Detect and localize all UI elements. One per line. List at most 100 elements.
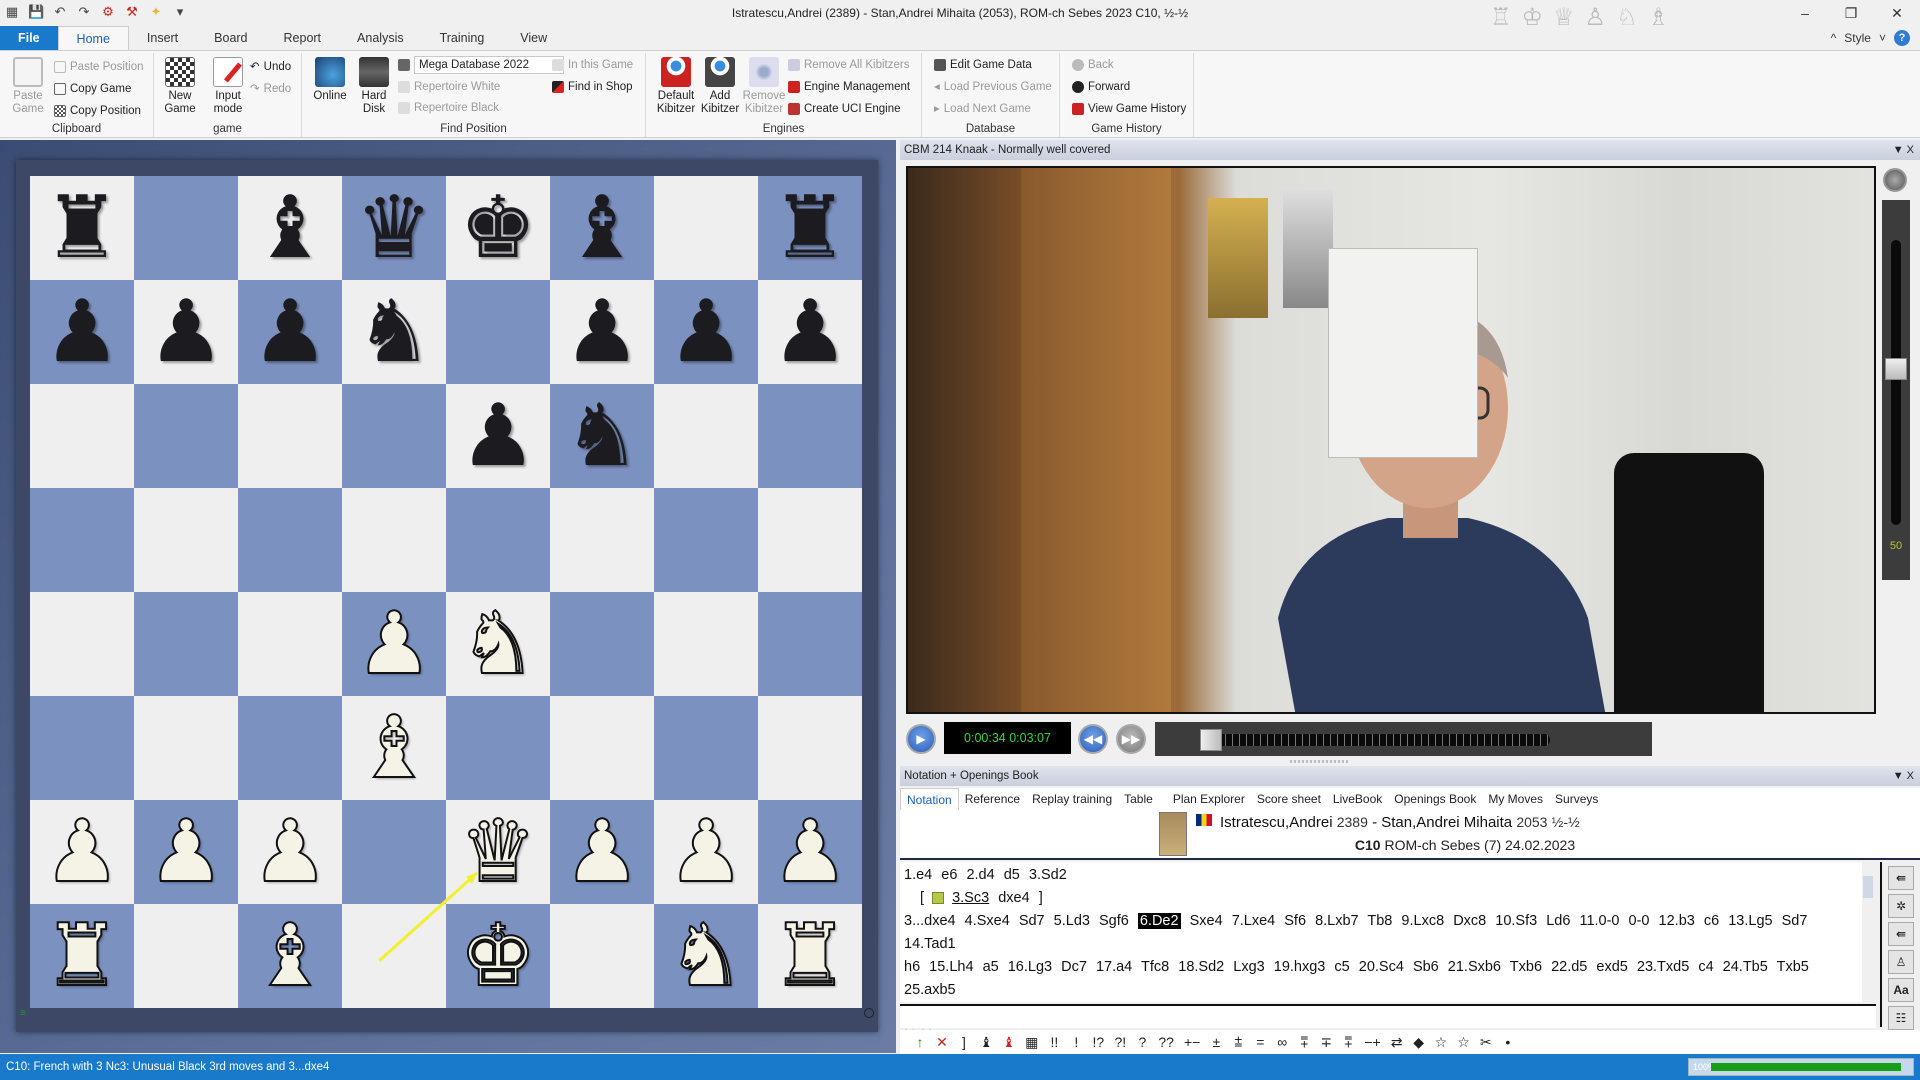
tab-openings-book[interactable]: Openings Book xyxy=(1388,788,1482,810)
square-f6[interactable]: ♞ xyxy=(550,384,654,488)
square-e1[interactable]: ♚ xyxy=(446,904,550,1008)
move[interactable]: 0-0 xyxy=(1629,913,1650,929)
square-c1[interactable]: ♝ xyxy=(238,904,342,1008)
move[interactable]: 4.Sxe4 xyxy=(965,913,1010,929)
square-d1[interactable] xyxy=(342,904,446,1008)
square-g8[interactable] xyxy=(654,176,758,280)
move[interactable]: Dc7 xyxy=(1061,959,1087,975)
repertoire-white-button[interactable]: Repertoire White xyxy=(398,77,500,97)
black-knight-piece[interactable]: ♞ xyxy=(355,289,432,375)
square-a3[interactable] xyxy=(30,696,134,800)
move[interactable]: 23.Txd5 xyxy=(1637,959,1689,975)
variation-icon[interactable] xyxy=(932,892,945,905)
move[interactable]: Txb5 xyxy=(1777,959,1809,975)
move[interactable]: 20.Sc4 xyxy=(1359,959,1404,975)
scissors-icon[interactable]: ✂ xyxy=(1480,1034,1492,1051)
square-a7[interactable]: ♟ xyxy=(30,280,134,384)
tab-surveys[interactable]: Surveys xyxy=(1549,788,1604,810)
move[interactable]: 24.Tb5 xyxy=(1723,959,1768,975)
square-h2[interactable]: ♟ xyxy=(758,800,862,904)
tab-reference[interactable]: Reference xyxy=(959,788,1026,810)
square-c4[interactable] xyxy=(238,592,342,696)
tab-home[interactable]: Home xyxy=(57,26,129,50)
square-f7[interactable]: ♟ xyxy=(550,280,654,384)
move[interactable]: Sxe4 xyxy=(1190,913,1223,929)
white-pawn-piece[interactable]: ♟ xyxy=(354,600,433,688)
tab-view[interactable]: View xyxy=(502,26,565,50)
square-d5[interactable] xyxy=(342,488,446,592)
square-f3[interactable] xyxy=(550,696,654,800)
back-button[interactable]: Back xyxy=(1072,55,1114,75)
square-f8[interactable]: ♝ xyxy=(550,176,654,280)
promote-icon[interactable]: ↑ xyxy=(914,1034,926,1050)
pane-close-icon[interactable]: X xyxy=(1907,770,1914,782)
square-d6[interactable] xyxy=(342,384,446,488)
repertoire-black-button[interactable]: Repertoire Black xyxy=(398,98,499,118)
white-pawn-piece[interactable]: ♟ xyxy=(42,808,121,896)
square-b2[interactable]: ♟ xyxy=(134,800,238,904)
white-rook-piece[interactable]: ♜ xyxy=(42,912,121,1000)
white-bishop-piece[interactable]: ♝ xyxy=(354,704,433,792)
speaker-icon[interactable] xyxy=(1883,168,1907,192)
move[interactable]: 3...dxe4 xyxy=(904,913,956,929)
move[interactable]: Txb6 xyxy=(1510,959,1542,975)
white-pawn-piece[interactable]: ♟ xyxy=(250,808,329,896)
dubious-move[interactable]: ?! xyxy=(1114,1034,1127,1050)
counterplay[interactable]: ⇄ xyxy=(1391,1034,1403,1051)
square-a8[interactable]: ♜ xyxy=(30,176,134,280)
square-a5[interactable] xyxy=(30,488,134,592)
square-c5[interactable] xyxy=(238,488,342,592)
square-g3[interactable] xyxy=(654,696,758,800)
square-c6[interactable] xyxy=(238,384,342,488)
square-h6[interactable] xyxy=(758,384,862,488)
database-select[interactable]: Mega Database 2022▼ xyxy=(414,56,564,74)
eraser-icon[interactable]: ◆ xyxy=(1413,1034,1425,1051)
square-d7[interactable]: ♞ xyxy=(342,280,446,384)
square-h7[interactable]: ♟ xyxy=(758,280,862,384)
move[interactable]: 3.Sd2 xyxy=(1029,867,1067,883)
black-decisive[interactable]: −+ xyxy=(1364,1034,1380,1050)
square-b8[interactable] xyxy=(134,176,238,280)
star-icon[interactable]: ☆ xyxy=(1435,1034,1448,1051)
square-e7[interactable] xyxy=(446,280,550,384)
video-seek-bar[interactable] xyxy=(1155,722,1652,756)
scrollbar-thumb[interactable] xyxy=(1863,876,1873,898)
square-c2[interactable]: ♟ xyxy=(238,800,342,904)
square-e3[interactable] xyxy=(446,696,550,800)
undo-button[interactable]: ↶ Undo xyxy=(250,57,291,77)
square-a1[interactable]: ♜ xyxy=(30,904,134,1008)
white-rook-piece[interactable]: ♜ xyxy=(770,912,849,1000)
move[interactable]: 12.b3 xyxy=(1659,913,1695,929)
volume-thumb[interactable] xyxy=(1885,358,1907,380)
move[interactable]: Sd7 xyxy=(1782,913,1808,929)
online-button[interactable]: Online xyxy=(308,57,352,103)
tab-livebook[interactable]: LiveBook xyxy=(1327,788,1388,810)
tab-report[interactable]: Report xyxy=(266,26,340,50)
star-add-icon[interactable]: ☆ xyxy=(1457,1034,1470,1051)
move[interactable]: c6 xyxy=(1704,913,1719,929)
close-button[interactable]: ✕ xyxy=(1874,0,1920,26)
board-diagram-icon[interactable]: ▦ xyxy=(1025,1034,1038,1051)
black-pawn-piece[interactable]: ♟ xyxy=(667,289,744,375)
copy-game-button[interactable]: Copy Game xyxy=(54,79,131,99)
black-pawn-piece[interactable]: ♟ xyxy=(43,289,120,375)
volume-slider[interactable]: 50 xyxy=(1882,200,1910,580)
square-h4[interactable] xyxy=(758,592,862,696)
create-uci-engine-button[interactable]: Create UCI Engine xyxy=(788,99,901,119)
black-king-piece[interactable]: ♚ xyxy=(459,185,536,271)
square-b7[interactable]: ♟ xyxy=(134,280,238,384)
dot-icon[interactable]: • xyxy=(1502,1034,1514,1050)
square-c7[interactable]: ♟ xyxy=(238,280,342,384)
square-e2[interactable]: ♛ xyxy=(446,800,550,904)
square-a6[interactable] xyxy=(30,384,134,488)
forward-button[interactable]: Forward xyxy=(1072,77,1130,97)
move[interactable]: Sb6 xyxy=(1413,959,1439,975)
tab-insert[interactable]: Insert xyxy=(129,26,196,50)
brilliant-move[interactable]: !! xyxy=(1048,1034,1060,1050)
move[interactable]: 5.Ld3 xyxy=(1054,913,1090,929)
bracket-icon[interactable]: ] xyxy=(958,1034,970,1050)
load-previous-game-button[interactable]: ◂ Load Previous Game xyxy=(934,77,1052,97)
pane-splitter[interactable] xyxy=(1290,760,1350,763)
square-g1[interactable]: ♞ xyxy=(654,904,758,1008)
black-pawn-piece[interactable]: ♟ xyxy=(459,393,536,479)
